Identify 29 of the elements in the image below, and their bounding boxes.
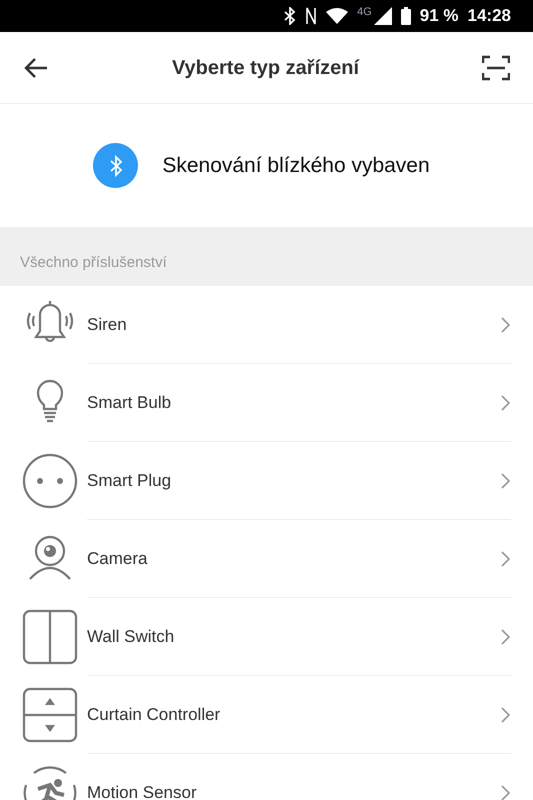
device-type-label[interactable]: Smart Plug [87, 468, 501, 494]
device-type-label[interactable]: Camera [87, 546, 501, 572]
clock: 14:28 [468, 5, 511, 28]
battery-percent: 91 % [420, 5, 459, 28]
device-type-label[interactable]: Siren [87, 312, 501, 338]
socket-icon [22, 453, 78, 509]
device-type-label[interactable]: Motion Sensor [87, 780, 501, 800]
up-down-control-icon [22, 687, 78, 743]
device-type-label[interactable]: Curtain Controller [87, 702, 501, 728]
device-type-label[interactable]: Smart Bulb [87, 390, 501, 416]
battery-icon [400, 7, 411, 25]
scan-nearby-link[interactable]: Skenování blízkého vybaven [162, 150, 430, 182]
wall-switch-icon [22, 609, 78, 665]
chevron-right-icon [501, 316, 511, 332]
bluetooth-icon [284, 7, 296, 25]
chevron-right-icon [501, 706, 511, 722]
nfc-icon [305, 7, 318, 25]
network-type: 4G [357, 7, 372, 18]
page-title: Vyberte typ zařízení [172, 56, 360, 80]
bluetooth-icon [93, 143, 138, 188]
signal-icon [374, 7, 392, 25]
wifi-icon [326, 8, 348, 24]
chevron-right-icon [501, 628, 511, 644]
chevron-right-icon [501, 784, 511, 800]
device-type-label[interactable]: Wall Switch [87, 624, 501, 650]
chevron-right-icon [501, 550, 511, 566]
chevron-right-icon [501, 394, 511, 410]
chevron-right-icon [501, 472, 511, 488]
section-title: Všechno příslušenství [20, 252, 167, 272]
